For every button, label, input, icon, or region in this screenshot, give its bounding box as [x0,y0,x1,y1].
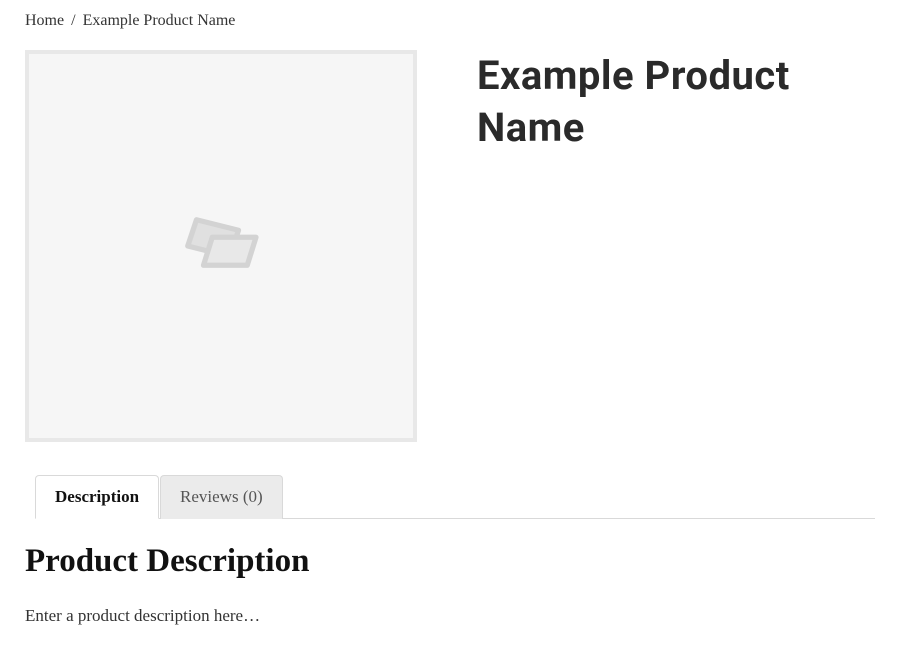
tab-content-description: Product Description Enter a product desc… [25,519,875,626]
product-image[interactable] [25,50,417,442]
product-title: Example Product Name [477,50,857,154]
description-text: Enter a product description here… [25,606,875,626]
tab-description[interactable]: Description [35,475,159,519]
section-heading: Product Description [25,543,875,580]
product-summary: Example Product Name [477,50,857,442]
image-placeholder-icon [176,211,266,281]
tabs: Description Reviews (0) [35,474,875,519]
tab-reviews[interactable]: Reviews (0) [160,475,283,519]
product-main: Example Product Name [25,50,875,442]
breadcrumb: Home / Example Product Name [25,12,875,30]
breadcrumb-home[interactable]: Home [25,12,64,29]
breadcrumb-separator: / [71,12,75,29]
breadcrumb-current: Example Product Name [83,12,236,29]
